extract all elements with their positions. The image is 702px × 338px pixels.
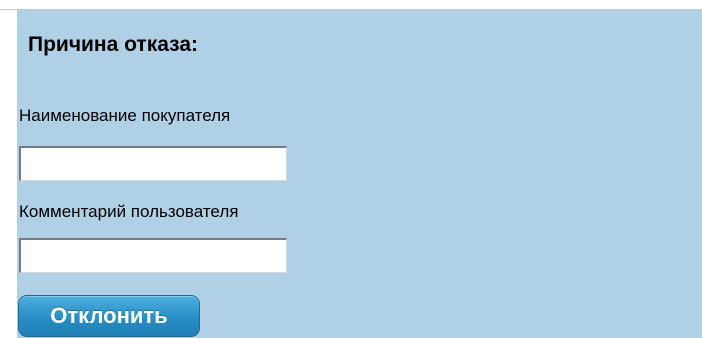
reject-button[interactable]: Отклонить [18,295,200,337]
buyer-name-input[interactable] [19,146,287,181]
form-title: Причина отказа: [28,33,198,56]
buyer-name-label: Наименование покупателя [19,106,231,125]
user-comment-label: Комментарий пользователя [19,202,239,221]
user-comment-input[interactable] [19,238,287,273]
